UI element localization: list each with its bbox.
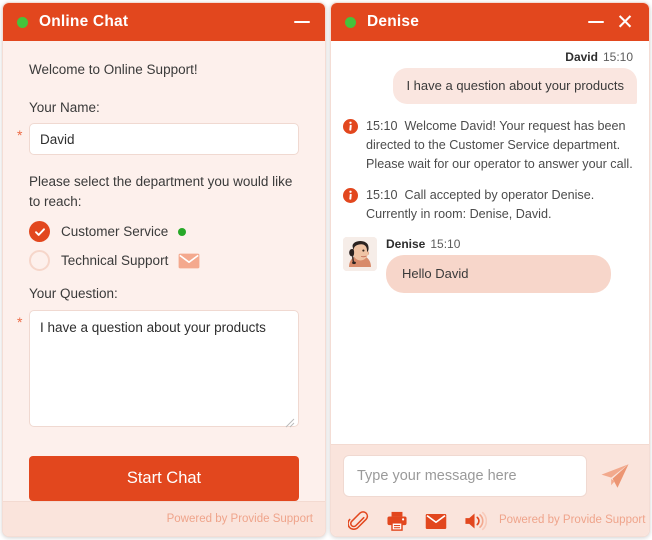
info-icon	[343, 188, 358, 204]
welcome-message: Welcome to Online Support!	[29, 62, 198, 77]
speaker-icon	[464, 511, 487, 531]
message-system-accepted: 15:10 Call accepted by operator Denise. …	[343, 186, 637, 223]
radio-unselected-icon[interactable]	[29, 250, 50, 272]
printer-icon	[387, 511, 407, 531]
question-field-row: *	[17, 309, 299, 432]
chat-message-list[interactable]: David 15:10 I have a question about your …	[331, 41, 649, 444]
message-time-operator: 15:10	[430, 236, 461, 251]
question-required-marker: *	[17, 313, 23, 330]
question-textarea[interactable]	[29, 309, 299, 427]
envelope-icon	[425, 513, 447, 529]
minimize-icon-right	[588, 20, 604, 24]
message-body-system-2: Call accepted by operator Denise. Curren…	[366, 188, 595, 221]
message-body-system-1: Welcome David! Your request has been dir…	[366, 119, 633, 171]
message-author-operator: Denise	[386, 236, 426, 251]
message-meta-user: David 15:10	[343, 50, 637, 64]
message-system-text-1: 15:10 Welcome David! Your request has be…	[366, 117, 637, 173]
message-input[interactable]	[343, 455, 587, 497]
operator-online-status-dot	[345, 16, 356, 28]
message-system-text-2: 15:10 Call accepted by operator Denise. …	[366, 186, 637, 223]
department-label-technical-support: Technical Support	[61, 253, 169, 269]
compose-area: Powered by Provide Support	[331, 444, 649, 536]
left-panel-title: Online Chat	[39, 13, 129, 30]
name-required-marker: *	[17, 127, 23, 144]
department-label-customer-service: Customer Service	[61, 224, 169, 240]
active-chat-panel: Denise ✕ David 15:10 I have a question ab…	[330, 2, 650, 537]
chat-tools-row: Powered by Provide Support	[343, 506, 645, 536]
minimize-icon	[294, 20, 310, 24]
send-icon	[601, 464, 629, 488]
right-panel-title: Denise	[367, 13, 420, 30]
department-envelope-icon	[178, 253, 200, 269]
message-row-user: I have a question about your products	[343, 68, 637, 105]
send-button[interactable]	[593, 455, 637, 497]
right-panel-header: Denise ✕	[331, 3, 649, 41]
message-time-system-1: 15:10	[366, 119, 398, 134]
start-chat-button[interactable]: Start Chat	[29, 455, 299, 501]
department-option-customer-service[interactable]: Customer Service	[29, 221, 299, 243]
name-field-label: Your Name:	[29, 100, 100, 115]
close-button[interactable]: ✕	[613, 9, 637, 35]
powered-by-label-right: Powered by Provide Support	[499, 514, 646, 526]
left-panel-body: Welcome to Online Support! Your Name: * …	[3, 41, 325, 501]
screen: Online Chat Welcome to Online Support! Y…	[0, 0, 652, 540]
question-field-label: Your Question:	[29, 286, 118, 302]
info-icon	[343, 119, 358, 135]
print-transcript-button[interactable]	[382, 508, 412, 534]
message-bubble-user: I have a question about your products	[393, 68, 637, 105]
sound-toggle-button[interactable]	[460, 508, 490, 534]
attach-file-button[interactable]	[343, 508, 373, 534]
message-bubble-operator: Hello David	[386, 254, 611, 294]
name-field-row: *	[17, 123, 299, 156]
department-option-technical-support[interactable]: Technical Support	[29, 250, 299, 272]
paperclip-icon	[347, 510, 368, 530]
minimize-button[interactable]	[291, 9, 313, 35]
minimize-button-right[interactable]	[585, 9, 607, 35]
left-panel-header: Online Chat	[3, 3, 325, 41]
message-time-system-2: 15:10	[366, 188, 398, 203]
operator-avatar	[343, 236, 377, 271]
department-online-dot	[178, 227, 187, 236]
left-panel-footer: Powered by Provide Support	[3, 501, 325, 536]
department-prompt: Please select the department you would l…	[29, 174, 293, 209]
email-transcript-button[interactable]	[421, 508, 451, 534]
message-meta-operator: Denise 15:10	[386, 237, 611, 251]
online-chat-invitation-panel: Online Chat Welcome to Online Support! Y…	[2, 2, 326, 537]
message-user: David 15:10 I have a question about your …	[343, 50, 637, 105]
message-author-user: David	[565, 50, 598, 64]
online-status-dot	[17, 16, 28, 28]
operator-message-column: Denise 15:10 Hello David	[386, 237, 611, 294]
message-operator: Denise 15:10 Hello David	[343, 236, 637, 294]
message-time-user: 15:10	[602, 50, 633, 64]
name-input[interactable]	[29, 123, 299, 156]
radio-selected-icon[interactable]	[29, 221, 50, 243]
compose-row	[343, 455, 637, 497]
powered-by-label-left: Powered by Provide Support	[166, 513, 313, 525]
message-system-welcome: 15:10 Welcome David! Your request has be…	[343, 117, 637, 173]
